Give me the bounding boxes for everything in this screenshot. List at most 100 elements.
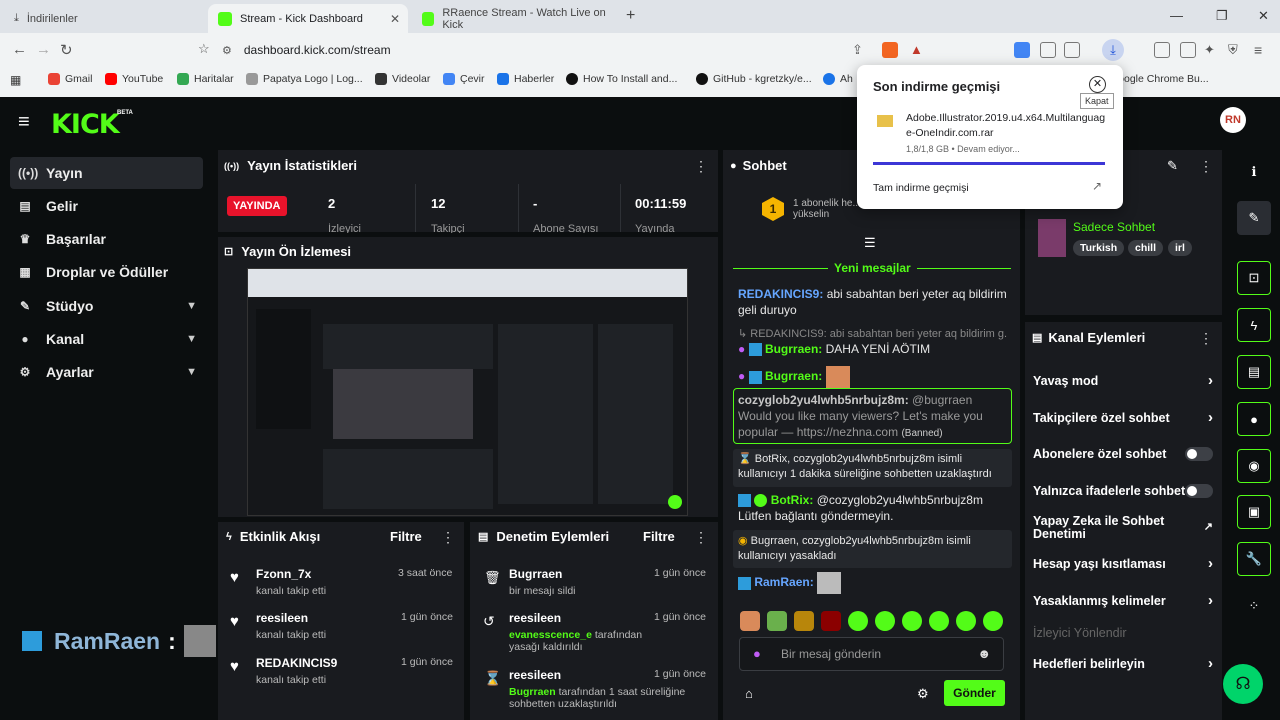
send-button[interactable]: Gönder bbox=[944, 680, 1005, 706]
tab-kick-watch[interactable]: RRaence Stream - Watch Live on Kick bbox=[412, 4, 617, 33]
bookmark-haberler[interactable]: Haberler bbox=[497, 73, 554, 85]
emote-icon[interactable] bbox=[983, 611, 1003, 631]
back-icon[interactable]: ← bbox=[12, 41, 27, 58]
close-window-icon[interactable]: ✕ bbox=[1258, 8, 1269, 24]
store-icon[interactable]: ⌂ bbox=[745, 686, 753, 701]
more-options-icon[interactable]: ⋮ bbox=[441, 529, 455, 546]
site-info-icon[interactable]: ⚙ bbox=[222, 44, 232, 57]
sparkle-icon[interactable]: ✦ bbox=[1204, 42, 1220, 58]
downloads-toolbar-icon[interactable]: ⤓ bbox=[1102, 39, 1124, 61]
tab-kick-dashboard[interactable]: Stream - Kick Dashboard ✕ bbox=[208, 4, 408, 33]
emote-icon[interactable] bbox=[821, 611, 841, 631]
close-icon[interactable]: ✕ bbox=[1089, 76, 1106, 93]
pinned-collapse-icon[interactable]: ☰ bbox=[864, 235, 876, 251]
document-icon[interactable]: ▤ bbox=[1237, 355, 1271, 389]
toggle-switch[interactable] bbox=[1185, 484, 1213, 498]
brave-icon[interactable] bbox=[882, 42, 898, 58]
subscribers-only-row[interactable]: Abonelere özel sohbet bbox=[1033, 447, 1213, 461]
tab-downloads[interactable]: ⤓ İndirilenler bbox=[4, 4, 204, 33]
new-tab-icon[interactable]: + bbox=[626, 7, 635, 25]
bookmark-youtube[interactable]: YouTube bbox=[105, 73, 163, 85]
kick-logo[interactable]: KICK bbox=[51, 109, 120, 140]
bookmark-howto[interactable]: How To Install and... bbox=[566, 73, 677, 85]
bookmark-chrome[interactable]: Google Chrome Bu... bbox=[1110, 73, 1209, 85]
bookmark-papatya[interactable]: Papatya Logo | Log... bbox=[246, 73, 363, 85]
emote-icon[interactable] bbox=[929, 611, 949, 631]
bookmark-cevir[interactable]: Çevir bbox=[443, 73, 485, 85]
account-age-row[interactable]: Hesap yaşı kısıtlaması › bbox=[1033, 555, 1213, 572]
banned-words-row[interactable]: Yasaklanmış kelimeler › bbox=[1033, 592, 1213, 609]
full-history-link[interactable]: Tam indirme geçmişi bbox=[873, 182, 969, 194]
preview-icon[interactable]: ⊡ bbox=[1237, 261, 1271, 295]
bookmark-icon[interactable]: ☆ bbox=[198, 41, 210, 57]
extensions-icon[interactable] bbox=[1040, 42, 1056, 58]
address-bar[interactable]: ⚙ dashboard.kick.com/stream bbox=[222, 39, 1092, 61]
layout-icon[interactable]: ▣ bbox=[1237, 495, 1271, 529]
moderation-filter-button[interactable]: Filtre bbox=[643, 529, 675, 544]
ai-moderation-row[interactable]: Yapay Zeka ile Sohbet Denetimi ↗ bbox=[1033, 515, 1213, 541]
mic-icon[interactable]: ● bbox=[753, 646, 761, 661]
apps-icon[interactable]: ⁘ bbox=[1237, 589, 1271, 623]
media-icon[interactable] bbox=[1064, 42, 1080, 58]
minimize-icon[interactable]: — bbox=[1170, 8, 1183, 23]
sidebar-item-kanal[interactable]: ● Kanal ▼ bbox=[10, 323, 203, 355]
more-options-icon[interactable]: ⋮ bbox=[1199, 330, 1213, 347]
gear-icon[interactable]: ⚙ bbox=[917, 686, 929, 702]
sidebar-item-ayarlar[interactable]: ⚙ Ayarlar ▼ bbox=[10, 356, 203, 388]
goals-row[interactable]: Hedefleri belirleyin › bbox=[1033, 655, 1213, 672]
bookmark-maps[interactable]: Haritalar bbox=[177, 73, 234, 85]
chat-bubble-icon[interactable]: ● bbox=[1237, 402, 1271, 436]
more-options-icon[interactable]: ⋮ bbox=[1199, 158, 1213, 175]
lightning-icon[interactable]: ϟ bbox=[1237, 308, 1271, 342]
triangle-icon[interactable]: ▲ bbox=[910, 42, 926, 58]
apps-icon[interactable]: ▦ bbox=[10, 73, 21, 87]
bookmark-github[interactable]: GitHub - kgretzky/e... bbox=[696, 73, 812, 85]
emote-only-row[interactable]: Yalnızca ifadelerle sohbet bbox=[1033, 484, 1213, 498]
reload-icon[interactable]: ↻ bbox=[60, 41, 73, 59]
support-headset-icon[interactable]: ☊ bbox=[1223, 664, 1263, 704]
tag[interactable]: chill bbox=[1128, 240, 1164, 256]
translate-icon[interactable] bbox=[1014, 42, 1030, 58]
more-options-icon[interactable]: ⋮ bbox=[694, 158, 708, 175]
sidepanel-icon[interactable] bbox=[1154, 42, 1170, 58]
close-tab-icon[interactable]: ✕ bbox=[390, 12, 400, 26]
bookmark-gmail[interactable]: Gmail bbox=[48, 73, 92, 85]
edit-icon[interactable]: ✎ bbox=[1167, 158, 1178, 174]
emote-icon[interactable] bbox=[794, 611, 814, 631]
bookmark-videolar[interactable]: Videolar bbox=[375, 73, 430, 85]
emote-icon[interactable] bbox=[875, 611, 895, 631]
avatar[interactable]: RN bbox=[1220, 107, 1246, 133]
maximize-icon[interactable]: ❐ bbox=[1216, 8, 1228, 24]
share-icon[interactable]: ⇪ bbox=[852, 42, 868, 58]
sidebar-item-yayin[interactable]: ((•)) Yayın bbox=[10, 157, 203, 189]
activity-filter-button[interactable]: Filtre bbox=[390, 529, 422, 544]
followers-only-row[interactable]: Takipçilere özel sohbet › bbox=[1033, 409, 1213, 426]
sidebar-item-gelir[interactable]: ▤ Gelir bbox=[10, 190, 203, 222]
wrench-icon[interactable]: 🔧 bbox=[1237, 542, 1271, 576]
pencil-icon[interactable]: ✎ bbox=[1237, 201, 1271, 235]
emote-icon[interactable] bbox=[902, 611, 922, 631]
slow-mode-row[interactable]: Yavaş mod › bbox=[1033, 372, 1213, 389]
forward-icon[interactable]: → bbox=[36, 41, 51, 58]
wallet-icon[interactable] bbox=[1180, 42, 1196, 58]
external-link-icon[interactable]: ↗ bbox=[1092, 179, 1102, 193]
emote-icon[interactable] bbox=[740, 611, 760, 631]
emoji-icon[interactable]: ☻ bbox=[977, 646, 991, 661]
sidebar-item-droplar[interactable]: ▦ Droplar ve Ödüller bbox=[10, 256, 203, 288]
shield-icon[interactable]: ⛨ bbox=[1228, 42, 1244, 58]
bookmark-ah[interactable]: Ah bbox=[823, 73, 853, 85]
download-file-name[interactable]: Adobe.Illustrator.2019.u4.x64.Multilangu… bbox=[906, 111, 1110, 141]
info-icon[interactable]: ℹ bbox=[1237, 155, 1271, 189]
tag[interactable]: Turkish bbox=[1073, 240, 1125, 256]
emote-icon[interactable] bbox=[848, 611, 868, 631]
broadcast-icon[interactable]: ◉ bbox=[1237, 449, 1271, 483]
stream-preview-video[interactable] bbox=[247, 268, 688, 516]
menu-icon[interactable]: ≡ bbox=[1254, 42, 1270, 58]
toggle-switch[interactable] bbox=[1185, 447, 1213, 461]
tag[interactable]: irl bbox=[1168, 240, 1192, 256]
hamburger-menu-icon[interactable]: ≡ bbox=[18, 111, 30, 134]
emote-icon[interactable] bbox=[767, 611, 787, 631]
sidebar-item-studyo[interactable]: ✎ Stüdyo ▼ bbox=[10, 290, 203, 322]
chat-input[interactable]: ● Bir mesaj gönderin ☻ bbox=[739, 637, 1004, 671]
emote-icon[interactable] bbox=[956, 611, 976, 631]
